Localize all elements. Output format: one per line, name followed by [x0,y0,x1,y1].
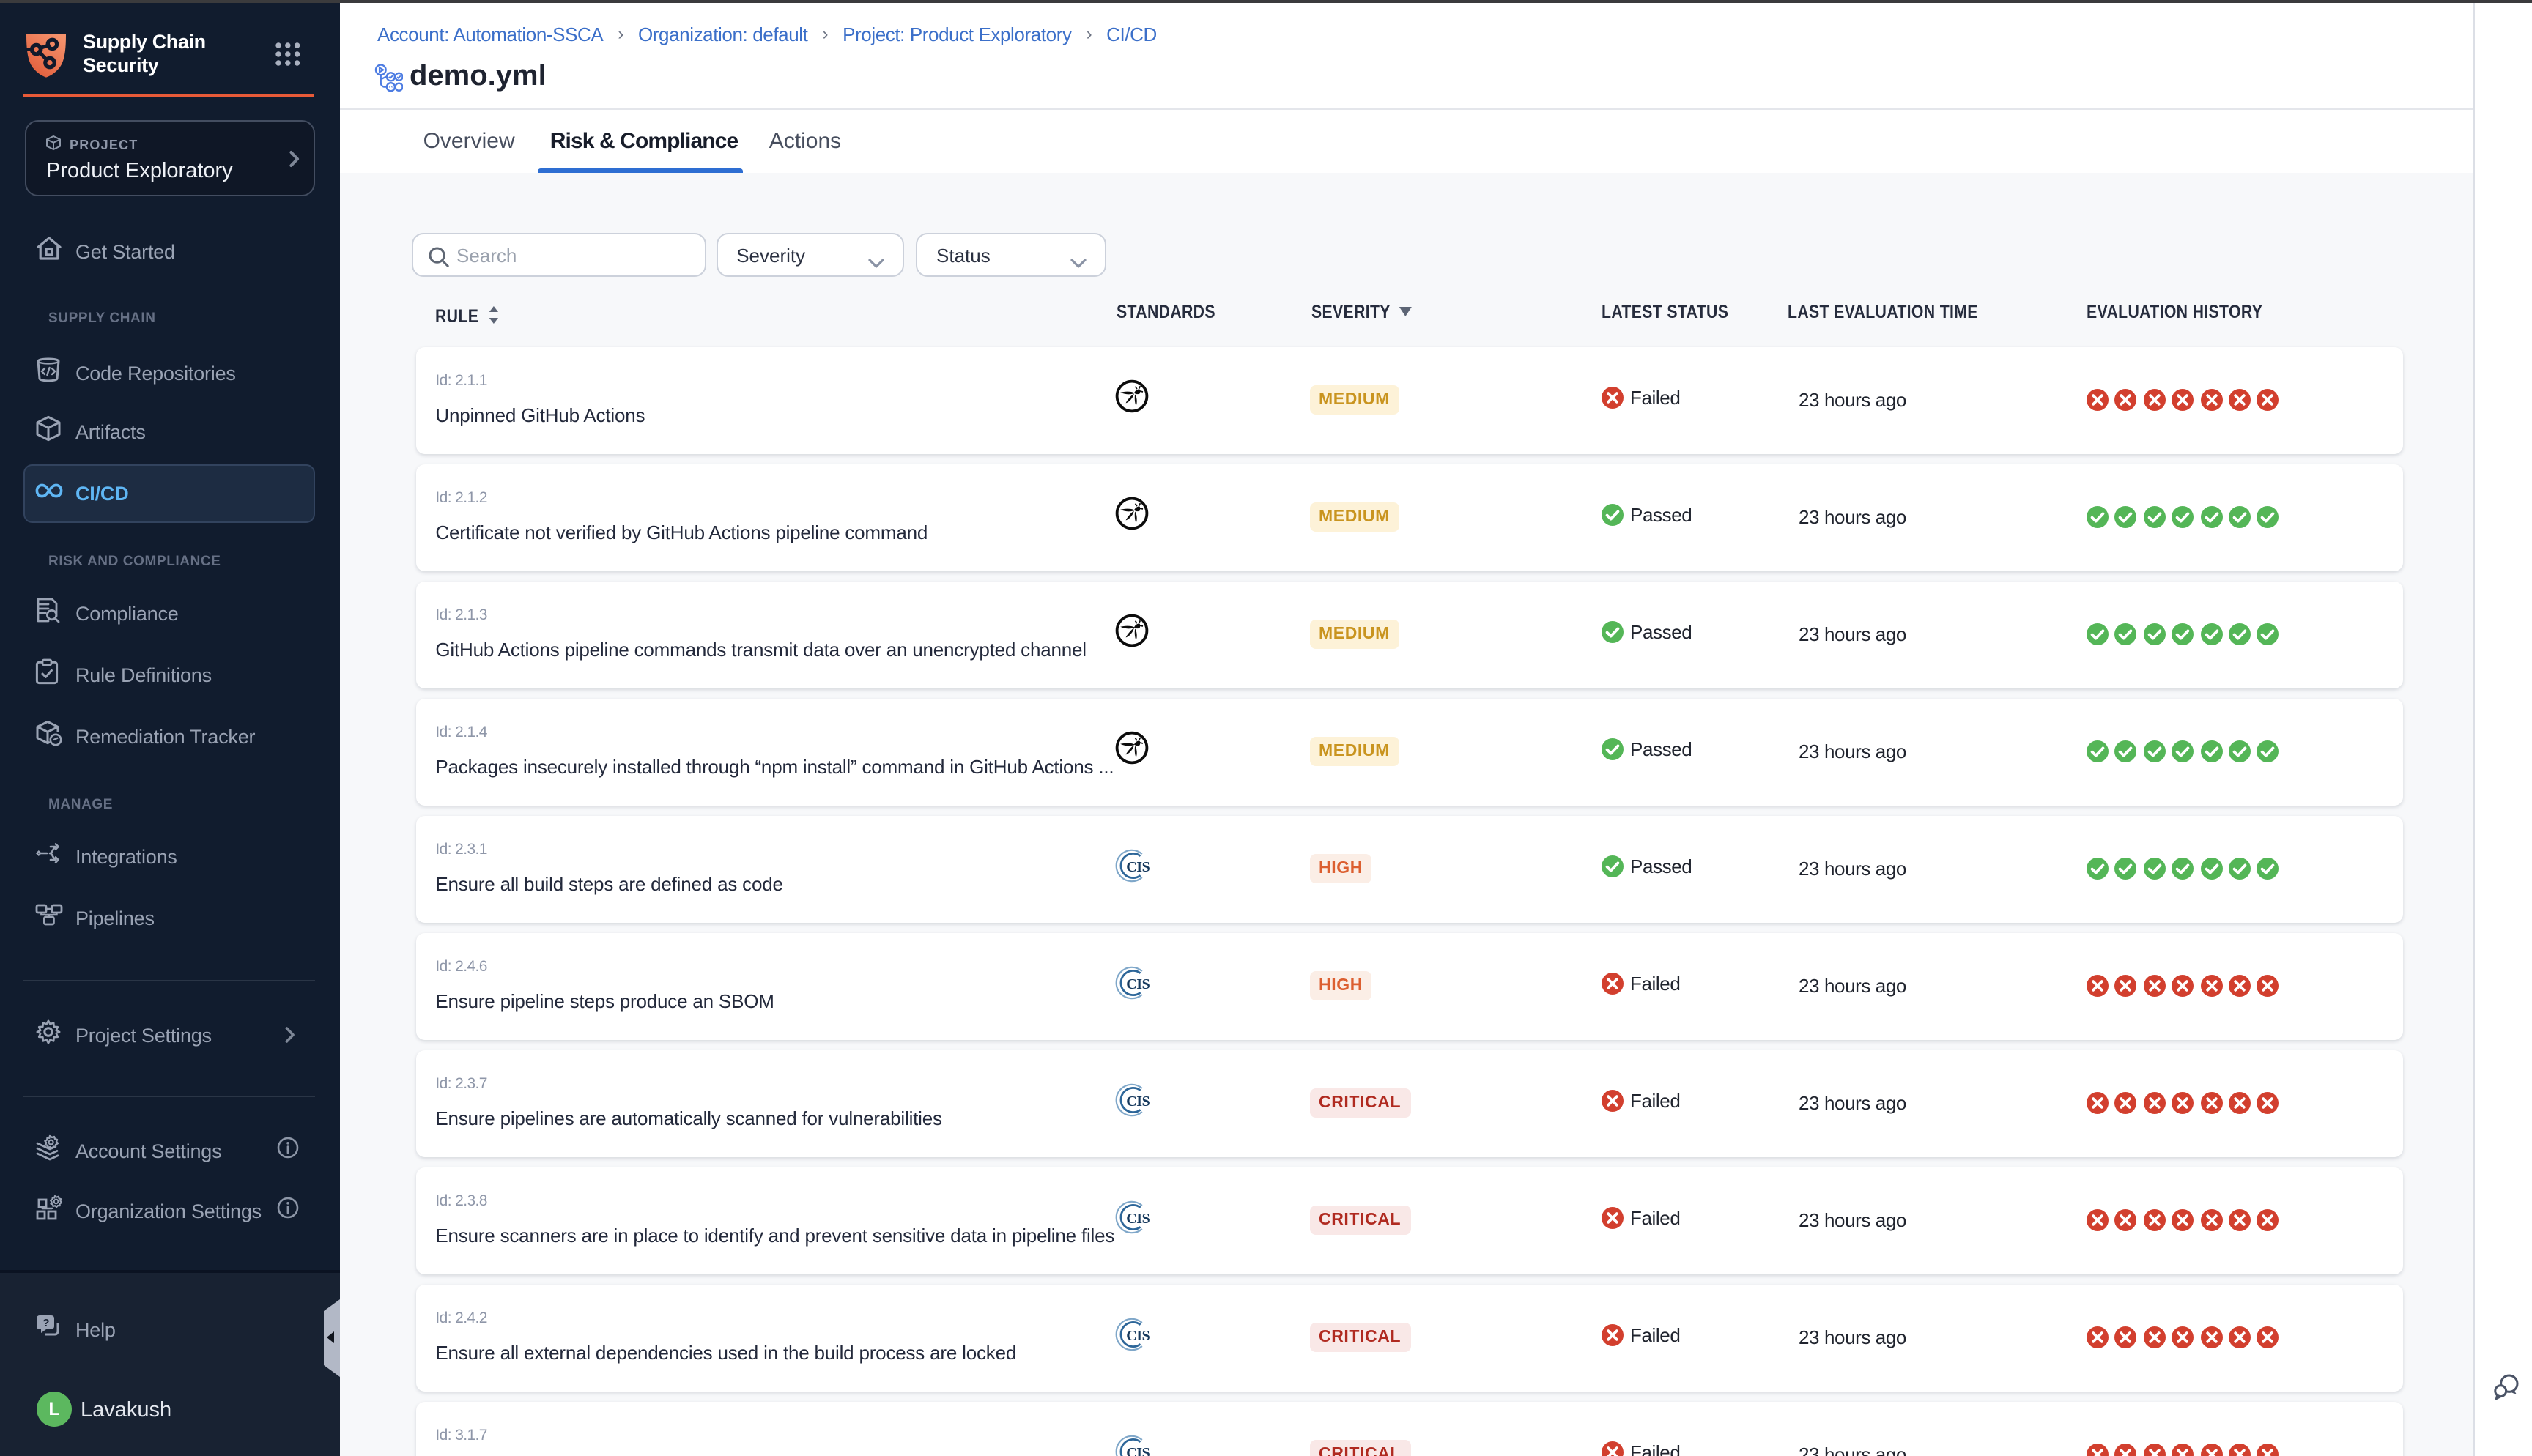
svg-text:CIS: CIS [1125,859,1149,875]
svg-text:CIS: CIS [1125,1211,1149,1227]
svg-text:CIS: CIS [1125,1445,1149,1456]
svg-text:CIS: CIS [1125,1093,1149,1110]
svg-text:?: ? [42,1317,49,1329]
svg-text:CIS: CIS [1125,976,1149,992]
svg-text:CIS: CIS [1125,1328,1149,1344]
